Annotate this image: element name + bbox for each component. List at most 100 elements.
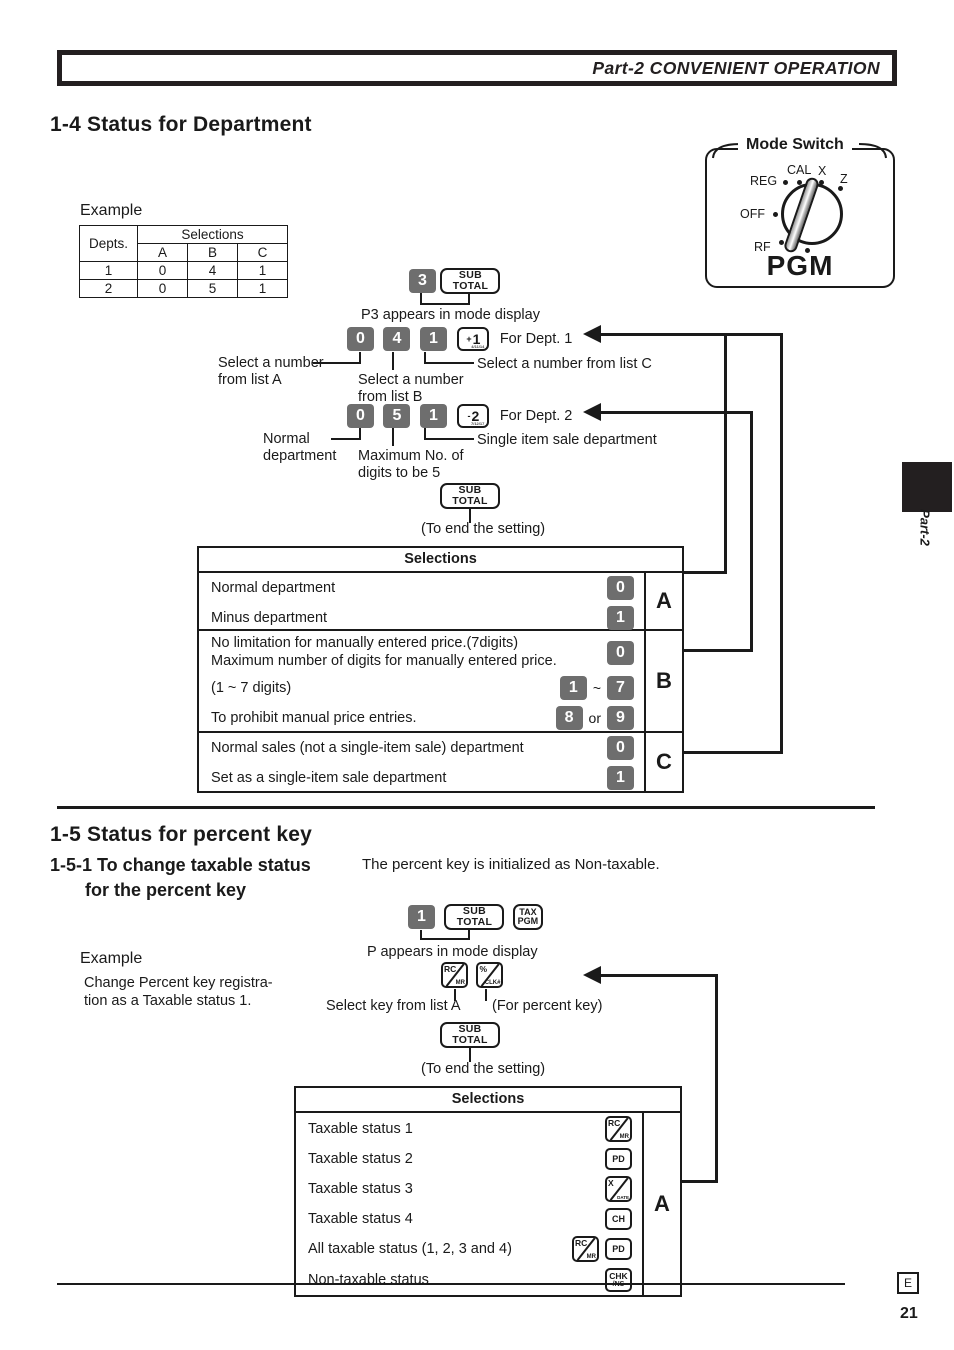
mode-dot-reg [783, 180, 788, 185]
flow14-end-note: (To end the setting) [421, 521, 546, 537]
group-letter-a: A [646, 573, 682, 631]
mode-switch-bracket-right-icon [858, 143, 887, 159]
key-subtotal-end[interactable]: SUB TOTAL [440, 483, 500, 509]
key-1[interactable]: 1 [408, 905, 435, 929]
mode-switch-label: Mode Switch [738, 136, 852, 154]
selection-row: Taxable status 4 CH [296, 1205, 642, 1233]
key-0[interactable]: 0 [347, 404, 374, 428]
or-separator: or [588, 710, 601, 726]
flow14-callout-list-a-line2: from list A [218, 372, 282, 388]
key-5[interactable]: 5 [383, 404, 411, 428]
flow15-callout-percent: (For percent key) [492, 998, 603, 1014]
key-subtotal[interactable]: SUB TOTAL [440, 268, 501, 294]
key-ch[interactable]: CH [605, 1208, 632, 1230]
flow-connector [392, 352, 394, 370]
flow-connector [424, 362, 474, 364]
section-1-5-heading: 1-5 Status for percent key [50, 823, 312, 846]
key-pd[interactable]: PD [605, 1148, 632, 1170]
flow-connector [420, 303, 470, 305]
flow15-end-key: SUB TOTAL [440, 1022, 500, 1048]
key-rc-mr-bottom: MR [455, 980, 465, 986]
flow14-callout-list-a-line1: Select a number [218, 355, 324, 371]
selections-group-header: Selections [137, 225, 288, 244]
routing-arrow-dept1 [583, 325, 601, 343]
key-chk-ns-line1: CHK [609, 1270, 628, 1281]
flow14-step1-keys: 3 SUB TOTAL [409, 268, 501, 294]
key-0[interactable]: 0 [607, 576, 634, 600]
mode-pos-cal[interactable]: CAL [787, 163, 811, 177]
key-3[interactable]: 3 [409, 269, 436, 293]
selections-title: Selections [296, 1088, 680, 1113]
group-letter-c: C [656, 749, 672, 774]
selection-row: (1 ~ 7 digits) 1 ~ 7 [199, 673, 644, 703]
routing-line-b-to-table [684, 649, 753, 652]
selection-label: To prohibit manual price entries. [211, 710, 417, 726]
routing-line-b-horizontal [600, 411, 752, 414]
key-rc-mr-bottom: MR [586, 1254, 596, 1260]
mode-pos-reg[interactable]: REG [750, 174, 777, 188]
routing-line-c-vertical [780, 333, 783, 753]
routing-line-a-vertical-dup [724, 333, 727, 573]
key-dept-2[interactable]: - 2 7/12/17 [457, 404, 490, 428]
section-1-5-1-heading-line2: for the percent key [85, 880, 247, 900]
selections-group-a: Normal department 0 Minus department 1 [199, 573, 644, 631]
mode-switch-selected-pgm: PGM [766, 250, 834, 281]
flow14-step1-note: P3 appears in mode display [361, 307, 540, 323]
selections-group-b: No limitation for manually entered price… [199, 631, 644, 733]
flow14-callout-normal-line1: Normal [263, 431, 310, 447]
key-rc-mr[interactable]: RC MR [572, 1236, 599, 1262]
key-1[interactable]: 1 [559, 676, 587, 700]
selections-title: Selections [199, 548, 682, 573]
flow14-callout-list-b-line1: Select a number [358, 372, 464, 388]
mode-pos-off[interactable]: OFF [740, 207, 765, 221]
key-rc-mr[interactable]: RC MR [441, 962, 468, 988]
key-1[interactable]: 1 [607, 766, 634, 790]
flow14-callout-normal-line2: department [263, 448, 337, 464]
key-9[interactable]: 9 [607, 706, 634, 730]
mode-pos-x[interactable]: X [818, 164, 826, 178]
routing-line-a-to-table [684, 571, 727, 574]
flow15-step1-note: P appears in mode display [367, 944, 538, 960]
key-x-date[interactable]: X DATE [605, 1176, 632, 1202]
selection-row: Non-taxable status CHK /NS [296, 1265, 642, 1295]
key-subtotal[interactable]: SUB TOTAL [444, 904, 505, 930]
section-1-5-1-heading: 1-5-1 To change taxable status [50, 855, 311, 875]
selection-row: Taxable status 3 X DATE [296, 1173, 642, 1205]
selection-label: Minus department [211, 610, 328, 626]
key-dept-1[interactable]: + 1 4/11/14 [457, 327, 490, 351]
selection-row: Set as a single-item sale department 1 [199, 763, 644, 793]
key-percent-top: % [479, 964, 488, 974]
key-subtotal-end[interactable]: SUB TOTAL [440, 1022, 500, 1048]
key-rc-mr[interactable]: RC MR [605, 1116, 632, 1142]
selection-label: Set as a single-item sale department [211, 770, 447, 786]
flow14-end-key: SUB TOTAL [440, 483, 500, 509]
flow-connector [469, 1048, 471, 1062]
selection-label: Maximum number of digits for manually en… [211, 652, 557, 669]
key-pd[interactable]: PD [605, 1238, 632, 1260]
cell-a: 0 [137, 261, 188, 280]
selection-label: Taxable status 4 [308, 1211, 413, 1227]
selection-label: Taxable status 3 [308, 1181, 413, 1197]
key-0[interactable]: 0 [607, 736, 634, 760]
key-7[interactable]: 7 [607, 676, 634, 700]
key-percent-clk[interactable]: % CLK# [476, 962, 504, 988]
key-1[interactable]: 1 [419, 404, 447, 428]
key-0[interactable]: 0 [347, 327, 374, 351]
page-number: 21 [900, 1305, 918, 1322]
routing-line-15-horizontal [600, 974, 717, 977]
key-1[interactable]: 1 [607, 606, 634, 630]
key-0[interactable]: 0 [607, 641, 634, 665]
key-subtotal-end-line2: TOTAL [452, 495, 488, 507]
key-chk-ns[interactable]: CHK /NS [605, 1268, 632, 1292]
mode-dot-off [773, 212, 778, 217]
key-8[interactable]: 8 [555, 706, 583, 730]
key-dept-1-sign: + [466, 334, 472, 344]
selection-row: All taxable status (1, 2, 3 and 4) RC MR… [296, 1233, 642, 1265]
key-1[interactable]: 1 [419, 327, 447, 351]
footer-mark-e: E [897, 1272, 919, 1294]
selection-row: Minus department 1 [199, 603, 644, 633]
key-tax-pgm[interactable]: TAX PGM [512, 904, 543, 930]
mode-pos-z[interactable]: Z [840, 172, 848, 186]
page-header-title: Part-2 CONVENIENT OPERATION [592, 57, 880, 78]
key-4[interactable]: 4 [383, 327, 411, 351]
